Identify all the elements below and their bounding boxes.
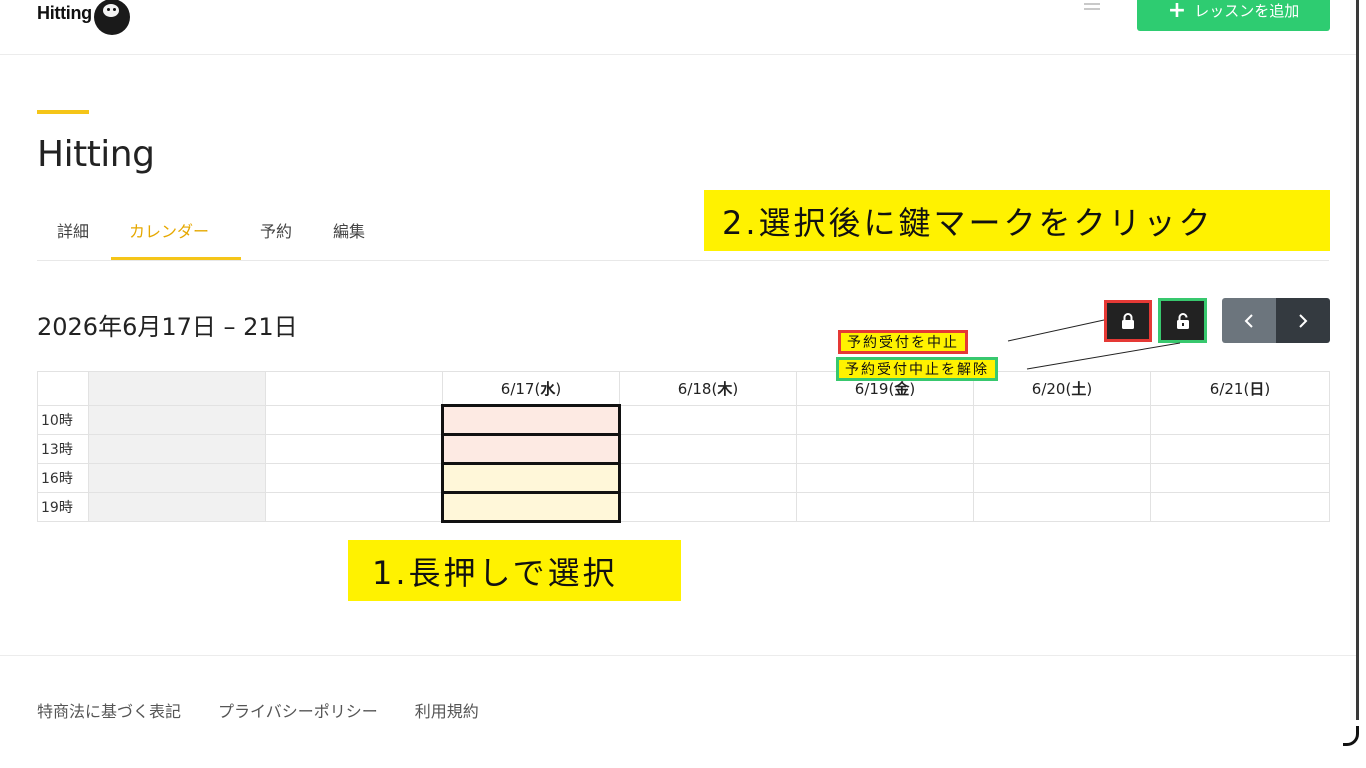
- plus-icon: +: [1167, 0, 1187, 23]
- annotation-step2: 2.選択後に鍵マークをクリック: [704, 190, 1330, 251]
- slot-cell[interactable]: [973, 463, 1151, 493]
- footer-links: 特商法に基づく表記 プライバシーポリシー 利用規約: [37, 698, 479, 722]
- slot-cell-selected[interactable]: [441, 433, 621, 465]
- day-header-0617: 6/17(水): [442, 371, 620, 406]
- footer-link-tokushoho[interactable]: 特商法に基づく表記: [37, 698, 181, 722]
- slot-cell-selected[interactable]: [441, 404, 621, 436]
- callout-release-reservations: 予約受付中止を解除: [836, 357, 998, 381]
- slot-cell[interactable]: [973, 434, 1151, 464]
- slot-cell[interactable]: [973, 492, 1151, 522]
- slot-cell: [265, 492, 443, 522]
- slot-cell: [88, 492, 266, 522]
- add-lesson-label: レッスンを追加: [1194, 2, 1300, 20]
- slot-cell-selected[interactable]: [441, 491, 621, 523]
- slot-cell: [265, 463, 443, 493]
- footer: 特商法に基づく表記 プライバシーポリシー 利用規約: [0, 655, 1356, 721]
- time-label: 13時: [37, 434, 89, 464]
- slot-cell[interactable]: [1150, 463, 1330, 493]
- tab-edit[interactable]: 編集: [333, 218, 365, 242]
- slot-cell[interactable]: [973, 405, 1151, 435]
- top-header: Hitting + レッスンを追加: [0, 0, 1356, 55]
- scrollbar[interactable]: [1356, 0, 1359, 720]
- chevron-left-icon: [1244, 313, 1253, 328]
- lock-icon: [1122, 313, 1134, 329]
- date-range: 2026年6月17日 – 21日: [37, 313, 298, 341]
- add-lesson-button[interactable]: + レッスンを追加: [1137, 0, 1330, 31]
- lock-button[interactable]: [1104, 300, 1152, 342]
- day-header-0618: 6/18(木): [619, 371, 797, 406]
- slot-cell[interactable]: [796, 463, 974, 493]
- slot-cell: [88, 463, 266, 493]
- footer-link-privacy[interactable]: プライバシーポリシー: [218, 698, 378, 722]
- decorative-corner-mark: [1343, 726, 1359, 746]
- time-row: 10時: [37, 404, 1330, 436]
- day-header-0621: 6/21(日): [1150, 371, 1330, 406]
- slot-cell[interactable]: [796, 434, 974, 464]
- time-label: 10時: [37, 405, 89, 435]
- time-row: 16時: [37, 462, 1330, 494]
- slot-cell: [88, 405, 266, 435]
- slot-cell[interactable]: [619, 492, 797, 522]
- calendar-grid: 6/17(水) 6/18(木) 6/19(金) 6/20(土) 6/21(日) …: [37, 371, 1330, 523]
- slot-cell[interactable]: [619, 463, 797, 493]
- prev-week-button[interactable]: [1222, 298, 1276, 343]
- tab-details[interactable]: 詳細: [57, 218, 89, 242]
- hamburger-icon[interactable]: [1084, 0, 1100, 12]
- slot-cell: [265, 405, 443, 435]
- past-day-header: [265, 371, 443, 406]
- unlock-icon: [1176, 312, 1189, 329]
- active-tab-underline: [111, 257, 241, 260]
- time-label: 16時: [37, 463, 89, 493]
- slot-cell[interactable]: [796, 492, 974, 522]
- title-accent-bar: [37, 110, 89, 114]
- tab-reservations[interactable]: 予約: [260, 218, 292, 242]
- time-row: 13時: [37, 433, 1330, 465]
- day-header-0620: 6/20(土): [973, 371, 1151, 406]
- chevron-right-icon: [1299, 313, 1308, 328]
- next-week-button[interactable]: [1276, 298, 1330, 343]
- page-title: Hitting: [37, 134, 155, 175]
- time-row: 19時: [37, 491, 1330, 523]
- corner-cell: [37, 371, 89, 406]
- slot-cell[interactable]: [619, 405, 797, 435]
- unlock-button[interactable]: [1158, 298, 1207, 343]
- callout-stop-reservations: 予約受付を中止: [838, 330, 968, 354]
- annotation-step1: 1.長押しで選択: [348, 540, 681, 601]
- slot-cell[interactable]: [1150, 405, 1330, 435]
- slot-cell[interactable]: [1150, 434, 1330, 464]
- slot-cell[interactable]: [796, 405, 974, 435]
- slot-cell-selected[interactable]: [441, 462, 621, 494]
- logo[interactable]: Hitting: [37, 0, 130, 35]
- footer-link-terms[interactable]: 利用規約: [415, 698, 479, 722]
- time-label: 19時: [37, 492, 89, 522]
- slot-cell: [265, 434, 443, 464]
- logo-mascot-icon: [93, 0, 130, 35]
- tab-calendar[interactable]: カレンダー: [129, 218, 209, 242]
- slot-cell[interactable]: [619, 434, 797, 464]
- slot-cell[interactable]: [1150, 492, 1330, 522]
- slot-cell: [88, 434, 266, 464]
- logo-text: Hitting: [37, 2, 92, 23]
- past-day-header: [88, 371, 266, 406]
